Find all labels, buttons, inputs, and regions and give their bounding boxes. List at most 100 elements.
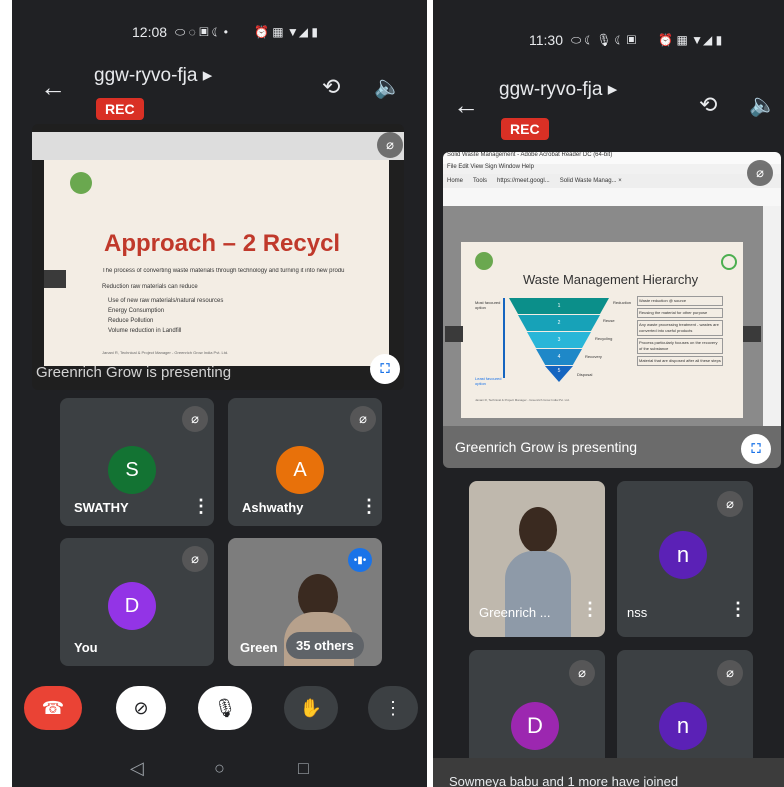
- more-options-icon[interactable]: ⋮: [192, 496, 210, 517]
- avatar: D: [108, 582, 156, 630]
- level-desc: Waste reduction @ source: [637, 296, 723, 306]
- participant-tile[interactable]: ⌀ n nss ⋮: [617, 481, 753, 637]
- participant-video: [519, 507, 557, 553]
- meeting-code[interactable]: ggw-ryvo-fja ▸: [94, 64, 212, 87]
- nav-recents-icon[interactable]: □: [298, 758, 309, 779]
- more-options-button[interactable]: ⋮: [368, 686, 418, 730]
- reader-tabs: Home Tools https://meet.googl... Solid W…: [443, 174, 781, 188]
- video-tile[interactable]: •▮• Green 35 others: [228, 538, 382, 666]
- mic-off-button[interactable]: 🎙: [198, 686, 252, 730]
- raise-hand-button[interactable]: ✋: [284, 686, 338, 730]
- right-phone-screen: 11:30 ⬭ ☾ 🎙 ☾ ▣ ⏰ ▦ ▼◢ ▮ ← ggw-ryvo-fja …: [433, 0, 784, 787]
- slide: Approach – 2 Recycl The process of conve…: [44, 160, 389, 366]
- axis-top-label: Most favoured option: [475, 300, 501, 310]
- status-system-icons: ⏰ ▦ ▼◢ ▮: [253, 25, 318, 39]
- tab-tools[interactable]: Tools: [473, 178, 487, 184]
- level-label: Reuse: [603, 318, 615, 323]
- more-options-icon[interactable]: ⋮: [581, 599, 599, 620]
- mic-muted-icon: ⌀: [569, 660, 595, 686]
- slide-intro: The process of converting waste material…: [102, 268, 345, 274]
- status-time: 12:08: [132, 24, 168, 40]
- recording-badge: REC: [501, 118, 549, 140]
- bullet: Reduce Pollution: [108, 318, 154, 324]
- avatar: S: [108, 446, 156, 494]
- join-toast: Sowmeya babu and 1 more have joined: [433, 758, 784, 787]
- video-tile[interactable]: Greenrich ... ⋮: [469, 481, 605, 637]
- bullet: Use of new raw materials/natural resourc…: [108, 298, 224, 304]
- participant-name: nss: [627, 605, 648, 620]
- status-time: 11:30: [529, 32, 563, 48]
- participant-tile[interactable]: ⌀ D: [469, 650, 605, 770]
- end-call-button[interactable]: ☎: [24, 686, 82, 730]
- participant-name: Greenrich ...: [479, 605, 551, 620]
- preference-arrow: [503, 298, 505, 378]
- reader-menu: File Edit View Sign Window Help: [443, 164, 781, 174]
- back-arrow-icon[interactable]: ←: [40, 74, 66, 100]
- bullet: Energy Consumption: [108, 308, 165, 314]
- more-options-icon[interactable]: ⋮: [729, 599, 747, 620]
- mic-muted-icon: ⌀: [377, 132, 403, 158]
- join-toast-text: Sowmeya babu and 1 more have joined: [449, 774, 679, 787]
- more-options-icon[interactable]: ⋮: [360, 496, 378, 517]
- avatar: D: [511, 702, 559, 750]
- level-desc: Any waste processing treatment - wastes …: [637, 320, 723, 336]
- camera-off-button[interactable]: ⊘: [116, 686, 166, 730]
- axis-bottom-label: Least favoured option: [475, 376, 502, 386]
- next-page-handle[interactable]: [743, 326, 761, 342]
- participant-name: Green: [240, 640, 278, 655]
- tab-document[interactable]: Solid Waste Manag... ×: [560, 178, 622, 184]
- speaking-indicator-icon: •▮•: [348, 548, 372, 572]
- participant-tile[interactable]: S ⌀ SWATHY ⋮: [60, 398, 214, 526]
- presenting-banner: Greenrich Grow is presenting: [36, 364, 232, 381]
- others-chip[interactable]: 35 others: [286, 632, 364, 659]
- status-system-icons: ⏰ ▦ ▼◢ ▮: [658, 33, 723, 47]
- avatar: n: [659, 702, 707, 750]
- meeting-code[interactable]: ggw-ryvo-fja ▸: [499, 78, 617, 101]
- presentation-tile[interactable]: Approach – 2 Recycl The process of conve…: [32, 124, 404, 390]
- mic-muted-icon: ⌀: [747, 160, 773, 186]
- tab-meet[interactable]: https://meet.googl...: [497, 178, 550, 184]
- pyramid-level: 4: [536, 349, 582, 365]
- nav-home-icon[interactable]: ○: [214, 758, 225, 779]
- prev-page-handle[interactable]: [445, 326, 463, 342]
- mic-muted-icon: ⌀: [717, 491, 743, 517]
- fullscreen-icon[interactable]: ⛶: [370, 354, 400, 384]
- level-label: Recovery: [585, 354, 602, 359]
- greenrich-logo-icon: [70, 172, 92, 194]
- recycle-icon: [721, 254, 737, 270]
- presentation-tile[interactable]: Solid Waste Management - Adobe Acrobat R…: [443, 152, 781, 468]
- pyramid-level: 5: [545, 366, 573, 382]
- switch-camera-icon[interactable]: ⟲: [322, 74, 340, 100]
- mic-muted-icon: ⌀: [182, 406, 208, 432]
- mic-muted-icon: ⌀: [717, 660, 743, 686]
- participant-tile[interactable]: A ⌀ Ashwathy ⋮: [228, 398, 382, 526]
- nav-back-icon[interactable]: ◁: [130, 758, 144, 779]
- fullscreen-icon[interactable]: ⛶: [741, 434, 771, 464]
- greenrich-logo-icon: [475, 252, 493, 270]
- avatar: A: [276, 446, 324, 494]
- switch-camera-icon[interactable]: ⟲: [699, 92, 717, 118]
- level-desc: Reusing the material for other purpose: [637, 308, 723, 318]
- participant-tile[interactable]: D ⌀ You: [60, 538, 214, 666]
- back-arrow-icon[interactable]: ←: [453, 92, 479, 118]
- reader-title-bar: Solid Waste Management - Adobe Acrobat R…: [443, 152, 781, 164]
- status-bar: 12:08 ⬭ ◌ ▣ ☾ • ⏰ ▦ ▼◢ ▮: [132, 24, 318, 40]
- speaker-icon[interactable]: 🔈: [374, 74, 401, 100]
- prev-page-handle[interactable]: [44, 270, 66, 288]
- status-bar: 11:30 ⬭ ☾ 🎙 ☾ ▣ ⏰ ▦ ▼◢ ▮: [529, 32, 722, 48]
- slide: Waste Management Hierarchy Most favoured…: [461, 242, 743, 418]
- participant-tile[interactable]: ⌀ n: [617, 650, 753, 770]
- avatar: n: [659, 531, 707, 579]
- level-desc: Process particularly focuses on the reco…: [637, 338, 723, 354]
- pyramid-level: 2: [518, 315, 600, 331]
- slide-footer: Janani R, Technical & Project Manager - …: [475, 398, 570, 402]
- slide-footer: Janani R, Technical & Project Manager - …: [102, 350, 229, 355]
- tab-home[interactable]: Home: [447, 178, 463, 184]
- pyramid-level: 1: [509, 298, 609, 314]
- bullet: Volume reduction in Landfill: [108, 328, 182, 334]
- mic-muted-icon: ⌀: [350, 406, 376, 432]
- participant-name: You: [74, 640, 98, 655]
- recording-badge: REC: [96, 98, 144, 120]
- level-label: Disposal: [577, 372, 593, 377]
- speaker-icon[interactable]: 🔈: [749, 92, 776, 118]
